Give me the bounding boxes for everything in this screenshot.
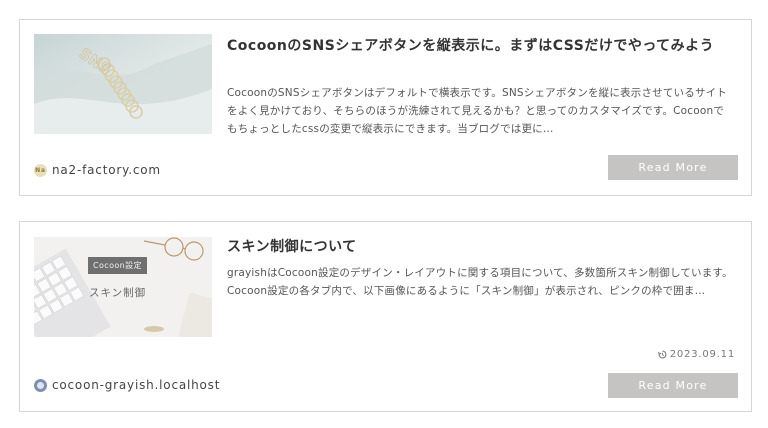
domain-text-2: cocoon-grayish.localhost <box>52 378 221 392</box>
card-title-2[interactable]: スキン制御について <box>227 236 733 259</box>
thumbnail-label: Cocoon設定 <box>88 257 147 274</box>
card-thumbnail-2[interactable]: Cocoon設定 スキン制御 <box>34 237 212 337</box>
card-thumbnail-1[interactable]: SNS <box>34 34 212 134</box>
card-date-2: 2023.09.11 <box>657 349 735 360</box>
card-domain-2: cocoon-grayish.localhost <box>34 378 220 392</box>
date-text: 2023.09.11 <box>669 349 735 360</box>
card-title-1[interactable]: CocoonのSNSシェアボタンを縦表示に。まずはCSSだけでやってみよう <box>227 35 733 58</box>
read-more-button-2[interactable]: Read More <box>608 373 738 398</box>
read-more-button-1[interactable]: Read More <box>608 155 738 180</box>
card-domain-1: Na na2-factory.com <box>34 163 161 177</box>
card-snippet-2: grayishはCocoon設定のデザイン・レイアウトに関する項目について、多数… <box>227 267 733 297</box>
blogcard-2[interactable]: Cocoon設定 スキン制御 スキン制御について grayishはCocoon設… <box>19 221 752 412</box>
card-snippet-1: CocoonのSNSシェアボタンはデフォルトで横表示です。SNSシェアボタンを縦… <box>227 87 728 135</box>
cocoon-favicon-icon <box>34 378 47 392</box>
update-icon <box>657 350 667 359</box>
sns-thumbnail-image: SNS <box>34 34 212 134</box>
thumbnail-caption: スキン制御 <box>89 287 147 299</box>
domain-text-1: na2-factory.com <box>52 163 161 177</box>
blogcard-1[interactable]: SNS CocoonのSNSシェアボタンを縦表示に。まずはCSSだけでやってみよ… <box>19 19 752 196</box>
na2-factory-favicon-icon: Na <box>34 163 47 177</box>
